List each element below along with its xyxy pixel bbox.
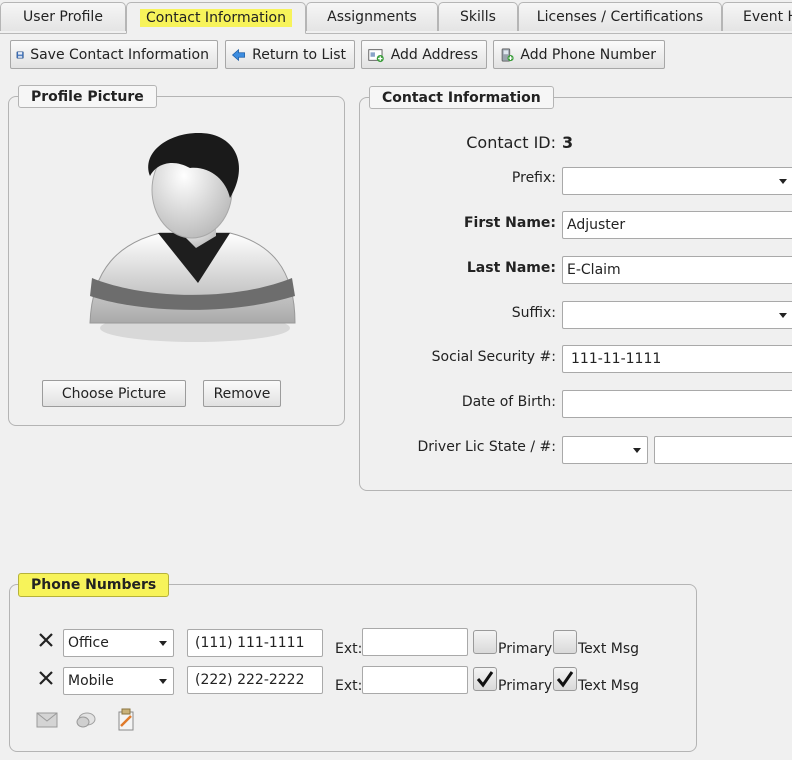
- tab-licenses-certifications[interactable]: Licenses / Certifications: [518, 2, 722, 31]
- ssn-input[interactable]: [562, 345, 792, 373]
- checkmark-icon: [556, 671, 574, 688]
- add-address-icon: [368, 48, 384, 62]
- suffix-select[interactable]: [562, 301, 792, 329]
- phone-number-input[interactable]: [187, 666, 323, 694]
- tab-user-profile[interactable]: User Profile: [0, 2, 126, 31]
- profile-picture-legend: Profile Picture: [18, 85, 157, 108]
- first-name-input[interactable]: [562, 211, 792, 239]
- chevron-down-icon: [779, 179, 787, 184]
- return-to-list-button[interactable]: Return to List: [225, 40, 355, 69]
- date-of-birth-input[interactable]: [562, 390, 792, 418]
- contact-id-label: Contact ID:: [466, 133, 556, 152]
- primary-label: Primary: [498, 641, 553, 657]
- tab-label: Assignments: [327, 9, 417, 25]
- phone-type-value: Office: [68, 635, 109, 651]
- phone-number-input[interactable]: [187, 629, 323, 657]
- contact-id-value: 3: [562, 133, 574, 152]
- tab-assignments[interactable]: Assignments: [306, 2, 438, 31]
- driver-license-label: Driver Lic State / #:: [417, 439, 557, 455]
- ssn-label: Social Security #:: [431, 349, 556, 365]
- contact-information-group: [359, 97, 792, 491]
- text-msg-checkbox[interactable]: [553, 630, 577, 654]
- chevron-down-icon: [779, 313, 787, 318]
- notes-icon[interactable]: [115, 708, 137, 732]
- delete-phone-icon[interactable]: [38, 632, 54, 648]
- tab-label: User Profile: [23, 9, 103, 25]
- primary-checkbox[interactable]: [473, 667, 497, 691]
- add-address-label: Add Address: [390, 46, 478, 63]
- chevron-down-icon: [159, 641, 167, 646]
- text-msg-label: Text Msg: [578, 678, 640, 694]
- tab-skills[interactable]: Skills: [438, 2, 518, 31]
- contact-information-legend: Contact Information: [369, 86, 554, 109]
- save-contact-label: Save Contact Information: [30, 46, 209, 63]
- tab-event-history[interactable]: Event H: [722, 2, 792, 31]
- text-msg-label: Text Msg: [578, 641, 640, 657]
- date-of-birth-label: Date of Birth:: [461, 394, 556, 410]
- chevron-down-icon: [633, 448, 641, 453]
- add-phone-icon: [501, 47, 514, 62]
- first-name-label: First Name:: [463, 215, 556, 231]
- ext-label: Ext:: [335, 641, 363, 657]
- driver-license-number-input[interactable]: [654, 436, 792, 464]
- tab-label: Licenses / Certifications: [536, 9, 704, 25]
- phone-type-select[interactable]: Mobile: [63, 667, 174, 695]
- last-name-label: Last Name:: [466, 260, 556, 276]
- chevron-down-icon: [159, 679, 167, 684]
- choose-picture-button[interactable]: Choose Picture: [42, 380, 186, 407]
- tab-label: Event H: [743, 9, 792, 25]
- email-icon[interactable]: [36, 711, 58, 729]
- phone-type-select[interactable]: Office: [63, 629, 174, 657]
- save-contact-button[interactable]: Save Contact Information: [10, 40, 218, 69]
- phone-ext-input[interactable]: [362, 666, 468, 694]
- last-name-input[interactable]: [562, 256, 792, 284]
- prefix-select[interactable]: [562, 167, 792, 195]
- suffix-label: Suffix:: [511, 305, 556, 321]
- tab-contact-information[interactable]: Contact Information: [126, 2, 306, 34]
- add-phone-number-button[interactable]: Add Phone Number: [493, 40, 665, 69]
- phone-type-value: Mobile: [68, 673, 114, 689]
- save-icon: [16, 51, 24, 58]
- back-arrow-icon: [231, 48, 245, 61]
- remove-picture-button[interactable]: Remove: [203, 380, 281, 407]
- add-address-button[interactable]: Add Address: [361, 40, 487, 69]
- add-phone-number-label: Add Phone Number: [520, 46, 656, 63]
- phone-ext-input[interactable]: [362, 628, 468, 656]
- tab-label: Contact Information: [140, 9, 292, 27]
- primary-checkbox[interactable]: [473, 630, 497, 654]
- tab-bar: User Profile Contact Information Assignm…: [0, 0, 792, 34]
- ext-label: Ext:: [335, 678, 363, 694]
- delete-phone-icon[interactable]: [38, 670, 54, 686]
- phone-numbers-legend: Phone Numbers: [18, 573, 170, 597]
- text-msg-checkbox[interactable]: [553, 667, 577, 691]
- return-to-list-label: Return to List: [252, 46, 346, 63]
- primary-label: Primary: [498, 678, 553, 694]
- driver-license-state-select[interactable]: [562, 436, 648, 464]
- checkmark-icon: [476, 671, 494, 688]
- chat-icon[interactable]: [75, 709, 97, 731]
- tab-label: Skills: [460, 9, 496, 25]
- default-user-avatar-icon: [89, 133, 296, 342]
- prefix-label: Prefix:: [511, 170, 556, 186]
